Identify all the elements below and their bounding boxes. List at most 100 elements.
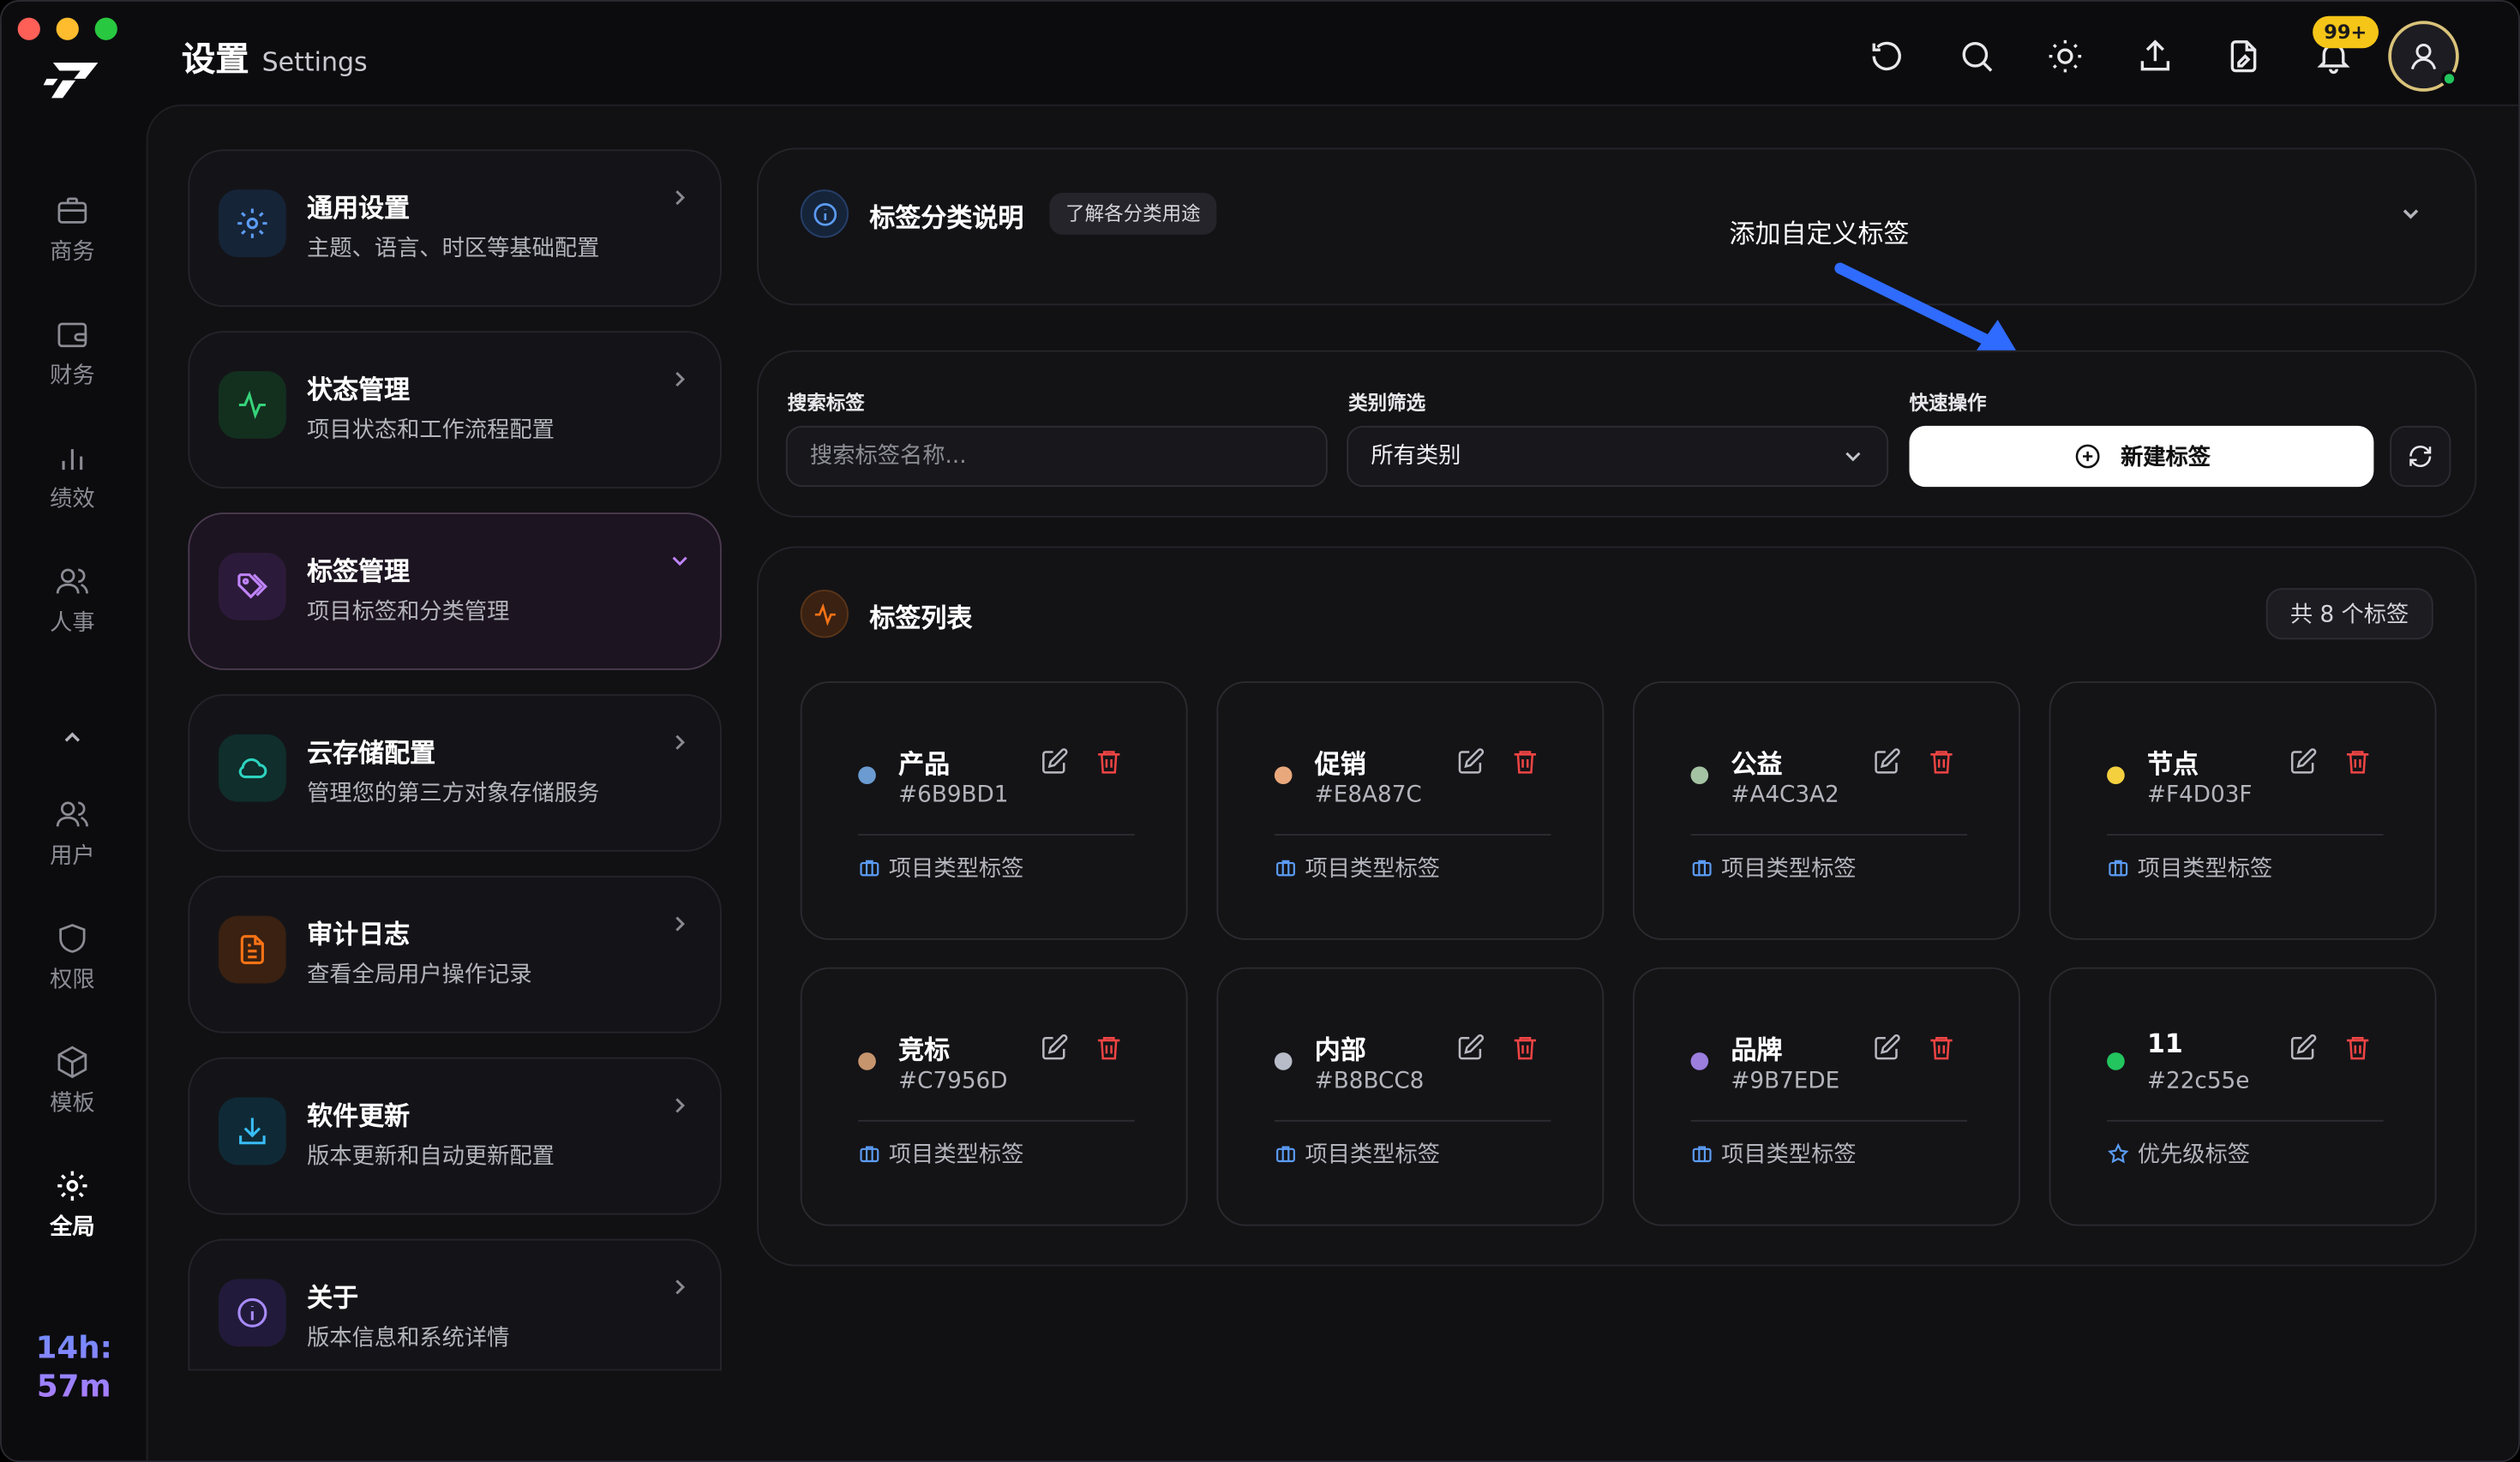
- menu-subtitle: 查看全局用户操作记录: [307, 962, 532, 989]
- sun-icon: [2049, 39, 2082, 73]
- tag-card[interactable]: 内部 #B8BCC8 项目类型标签: [1216, 967, 1605, 1226]
- chevron-down-icon[interactable]: [2398, 201, 2424, 226]
- cube-icon: [57, 1046, 87, 1079]
- rail-item-label: 人事: [50, 610, 95, 637]
- page-title-en: Settings: [261, 46, 368, 77]
- tag-category-label: 项目类型标签: [2137, 856, 2273, 883]
- category-filter-label: 类别筛选: [1348, 392, 1426, 415]
- sync-button[interactable]: [2390, 425, 2451, 488]
- menu-icon-wrap: [219, 371, 286, 439]
- divider: [1274, 834, 1551, 836]
- briefcase-icon: [57, 197, 87, 224]
- settings-menu-about[interactable]: 关于 版本信息和系统详情: [188, 1238, 722, 1371]
- new-tag-button[interactable]: 新建标签: [1909, 425, 2374, 488]
- cloud-icon: [238, 758, 267, 779]
- tag-name: 节点: [2147, 748, 2199, 780]
- left-rail: 商务 财务 绩效 人事 用户 权限 模板 全局 14h: 57m: [2, 2, 143, 1461]
- tag-card[interactable]: 公益 #A4C3A2 项目类型标签: [1633, 681, 2020, 940]
- rail-item-business[interactable]: 商务: [24, 182, 121, 279]
- edit-icon[interactable]: [2289, 747, 2318, 776]
- trash-icon[interactable]: [1095, 747, 1124, 776]
- edit-icon[interactable]: [1872, 747, 1901, 776]
- rail-item-label: 权限: [50, 967, 95, 993]
- rail-item-templates[interactable]: 模板: [24, 1034, 121, 1130]
- trash-icon[interactable]: [1095, 1034, 1124, 1063]
- settings-menu-general[interactable]: 通用设置 主题、语言、时区等基础配置: [188, 149, 722, 308]
- work-timer-text: 14h: 57m: [35, 1330, 112, 1405]
- edit-icon[interactable]: [1040, 1034, 1069, 1063]
- trash-icon[interactable]: [1511, 747, 1540, 776]
- signed-document-button[interactable]: [2224, 37, 2263, 75]
- menu-icon-wrap: [219, 1279, 286, 1347]
- trash-icon[interactable]: [2343, 1034, 2373, 1063]
- rail-item-performance[interactable]: 绩效: [24, 429, 121, 526]
- search-button[interactable]: [1958, 37, 1996, 75]
- people-icon: [56, 568, 88, 594]
- tag-list-title: 标签列表: [869, 602, 973, 633]
- menu-subtitle: 版本更新和自动更新配置: [307, 1144, 555, 1170]
- edit-icon[interactable]: [1040, 747, 1069, 776]
- tag-category: 项目类型标签: [1691, 852, 1857, 884]
- tag-category: 项目类型标签: [1275, 852, 1440, 884]
- trash-icon[interactable]: [2343, 747, 2373, 776]
- theme-toggle-button[interactable]: [2046, 37, 2085, 75]
- chevron-down-icon: [1845, 452, 1861, 462]
- tag-name: 内部: [1314, 1034, 1366, 1066]
- category-select[interactable]: 所有类别: [1347, 425, 1889, 488]
- rail-item-label: 模板: [50, 1091, 95, 1117]
- menu-title: 审计日志: [307, 919, 411, 950]
- settings-menu-audit-log[interactable]: 审计日志 查看全局用户操作记录: [188, 875, 722, 1034]
- settings-menu-status[interactable]: 状态管理 项目状态和工作流程配置: [188, 331, 722, 488]
- user-avatar-icon: [2410, 44, 2437, 70]
- new-tag-button-label: 新建标签: [2121, 443, 2211, 470]
- settings-menu-software-update[interactable]: 软件更新 版本更新和自动更新配置: [188, 1057, 722, 1215]
- edit-icon[interactable]: [2289, 1034, 2318, 1063]
- divider: [2107, 1119, 2384, 1122]
- trash-icon[interactable]: [1927, 1034, 1956, 1063]
- edit-icon[interactable]: [1872, 1034, 1901, 1063]
- rail-item-hr[interactable]: 人事: [24, 553, 121, 650]
- tag-hex: #C7956D: [898, 1068, 1008, 1094]
- briefcase-icon: [2109, 860, 2128, 877]
- tag-category: 项目类型标签: [858, 852, 1023, 884]
- tag-card[interactable]: 产品 #6B9BD1 项目类型标签: [800, 681, 1188, 940]
- avatar[interactable]: [2388, 21, 2459, 92]
- upload-button[interactable]: [2136, 37, 2175, 75]
- tag-card[interactable]: 11 #22c55e 优先级标签: [2049, 967, 2437, 1226]
- settings-menu-tags[interactable]: 标签管理 项目标签和分类管理: [188, 512, 722, 670]
- edit-icon[interactable]: [1456, 747, 1485, 776]
- divider: [858, 1119, 1135, 1122]
- info-icon: [800, 189, 849, 238]
- rail-item-global[interactable]: 全局: [24, 1157, 121, 1254]
- tag-category-label: 项目类型标签: [1721, 1142, 1857, 1169]
- rail-item-finance[interactable]: 财务: [24, 305, 121, 402]
- divider: [1690, 834, 1967, 836]
- menu-subtitle: 管理您的第三方对象存储服务: [307, 781, 600, 807]
- rail-item-permissions[interactable]: 权限: [24, 909, 121, 1006]
- tag-card[interactable]: 节点 #F4D03F 项目类型标签: [2049, 681, 2437, 940]
- chevron-up-icon[interactable]: [59, 725, 85, 751]
- tag-card[interactable]: 促销 #E8A87C 项目类型标签: [1216, 681, 1605, 940]
- tag-card[interactable]: 品牌 #9B7EDE 项目类型标签: [1633, 967, 2020, 1226]
- tag-hex: #B8BCC8: [1314, 1068, 1425, 1094]
- refresh-icon: [1872, 41, 1901, 71]
- tag-category-label: 项目类型标签: [888, 856, 1024, 883]
- refresh-button[interactable]: [1868, 37, 1906, 75]
- tag-card[interactable]: 竞标 #C7956D 项目类型标签: [800, 967, 1188, 1226]
- edit-icon[interactable]: [1456, 1034, 1485, 1063]
- download-icon: [239, 1117, 266, 1145]
- chevron-right-icon: [675, 1098, 685, 1113]
- menu-icon-wrap: [219, 915, 286, 984]
- sync-icon: [2409, 446, 2432, 467]
- tag-category-label: 优先级标签: [2137, 1142, 2250, 1169]
- user-icon: [56, 801, 88, 827]
- tag-category-label: 项目类型标签: [888, 1142, 1024, 1169]
- rail-item-users[interactable]: 用户: [24, 786, 121, 883]
- tag-name: 促销: [1314, 748, 1366, 780]
- trash-icon[interactable]: [1511, 1034, 1540, 1063]
- tag-category-label: 项目类型标签: [1305, 856, 1441, 883]
- search-icon: [1962, 41, 1993, 72]
- settings-menu-cloud-storage[interactable]: 云存储配置 管理您的第三方对象存储服务: [188, 694, 722, 852]
- trash-icon[interactable]: [1927, 747, 1956, 776]
- search-input[interactable]: [785, 425, 1328, 488]
